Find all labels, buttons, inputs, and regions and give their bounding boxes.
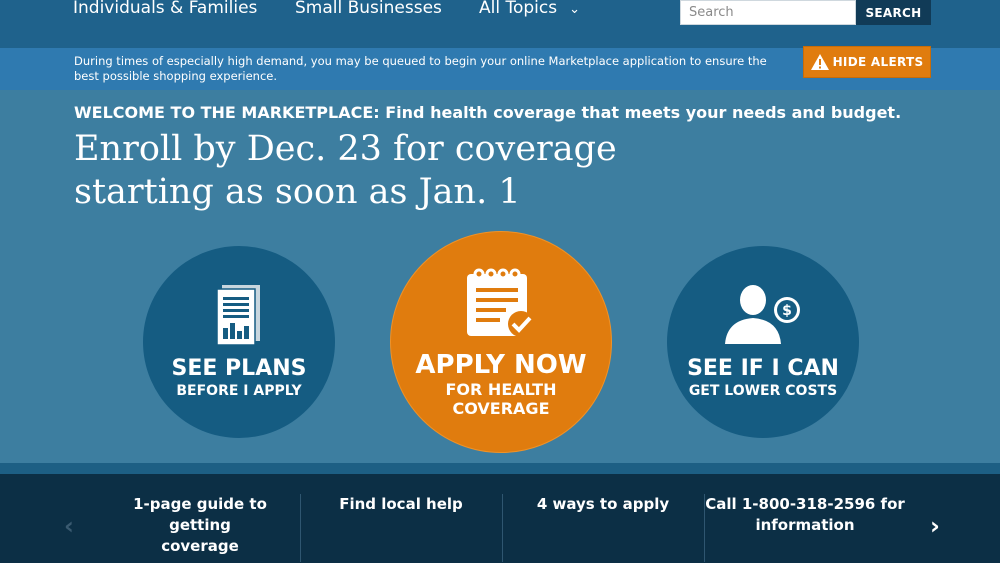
apply-now-subtitle-2: COVERAGE [452,399,550,418]
nav-small-businesses[interactable]: Small Businesses [295,0,442,18]
link-4-line-1: Call 1-800-318-2596 for [705,495,905,513]
nav-all-topics-label: All Topics [479,0,558,18]
alert-message: During times of especially high demand, … [74,54,767,83]
see-plans-title: SEE PLANS [171,356,307,381]
link-call-number[interactable]: Call 1-800-318-2596 for information [705,494,905,544]
top-navigation: Individuals & Families Small Businesses … [0,0,1000,48]
hide-alerts-button[interactable]: HIDE ALERTS [803,46,931,78]
hide-alerts-label: HIDE ALERTS [832,55,924,69]
chevron-down-icon: ⌄ [569,2,580,17]
headline-line-1: Enroll by Dec. 23 for coverage [74,129,617,169]
link-find-local-help[interactable]: Find local help [301,494,501,544]
checklist-icon [467,268,534,337]
search-box [680,0,856,25]
apply-now-button[interactable]: APPLY NOW FOR HEALTH COVERAGE [390,231,612,453]
link-4-ways-to-apply[interactable]: 4 ways to apply [503,494,703,544]
nav-all-topics[interactable]: All Topics ⌄ [479,0,580,18]
link-3-line-1: 4 ways to apply [536,495,670,513]
nav-individuals-families[interactable]: Individuals & Families [73,0,257,18]
chevron-right-icon[interactable]: › [930,514,940,538]
see-plans-button[interactable]: SEE PLANS BEFORE I APPLY [143,246,335,438]
see-plans-subtitle: BEFORE I APPLY [176,383,302,399]
document-chart-icon [216,285,260,346]
see-if-i-can-subtitle: GET LOWER COSTS [688,383,838,399]
quick-links-carousel: ‹ 1-page guide to getting coverage Find l… [0,474,1000,563]
enroll-headline: Enroll by Dec. 23 for coverage starting … [74,128,694,214]
link-4-line-2: information [755,516,855,534]
link-1-line-1: 1-page guide to getting [133,495,267,534]
search-button[interactable]: SEARCH [856,0,931,25]
person-dollar-icon: $ [725,285,800,344]
headline-line-2: starting as soon as Jan. 1 [74,172,521,212]
link-2-line-1: Find local help [339,495,463,513]
chevron-left-icon[interactable]: ‹ [64,514,74,538]
apply-now-title: APPLY NOW [415,350,587,380]
see-lower-costs-button[interactable]: $ SEE IF I CAN GET LOWER COSTS [667,246,859,438]
section-divider [0,463,1000,474]
search-input[interactable] [681,1,855,24]
link-1-page-guide[interactable]: 1-page guide to getting coverage [100,494,300,555]
link-1-line-2: coverage [161,537,239,555]
welcome-heading: WELCOME TO THE MARKETPLACE: Find health … [74,103,902,122]
see-if-i-can-title: SEE IF I CAN [687,356,839,381]
warning-icon [810,54,829,70]
svg-text:$: $ [782,303,792,319]
apply-now-subtitle-1: FOR HEALTH [445,380,557,399]
